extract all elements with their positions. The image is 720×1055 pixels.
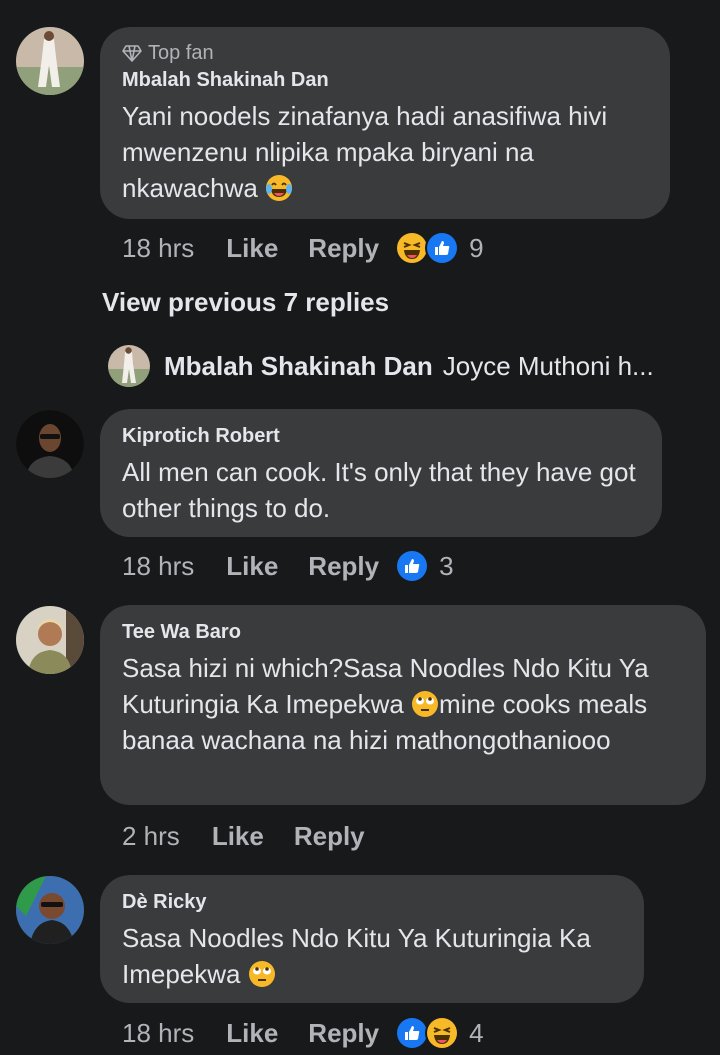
avatar[interactable] — [16, 410, 84, 478]
like-button[interactable]: Like — [226, 1018, 278, 1049]
haha-reaction-icon — [425, 1016, 460, 1050]
comment-author[interactable]: Dè Ricky — [122, 891, 622, 914]
reaction-count: 4 — [469, 1017, 484, 1048]
avatar-photo — [16, 410, 84, 478]
comment-meta: 18 hrs Like Reply 9 — [122, 228, 484, 268]
reaction-summary[interactable]: 4 — [395, 1016, 484, 1050]
reply-button[interactable]: Reply — [308, 233, 379, 264]
laughing-tears-emoji-icon — [265, 174, 293, 202]
comment-text: All men can cook. It's only that they ha… — [122, 457, 636, 523]
like-button[interactable]: Like — [226, 551, 278, 582]
comment-text-body: Sasa Noodles Ndo Kitu Ya Kuturingia Ka I… — [122, 923, 591, 989]
badge-label: Top fan — [148, 41, 214, 64]
comment-bubble[interactable]: Dè Ricky Sasa Noodles Ndo Kitu Ya Kuturi… — [100, 875, 644, 1003]
like-reaction-icon — [425, 231, 460, 265]
eye-roll-emoji-icon — [248, 960, 276, 988]
comment-meta: 2 hrs Like Reply — [122, 816, 395, 856]
like-reaction-icon — [395, 1016, 430, 1050]
avatar[interactable] — [16, 606, 84, 674]
avatar — [108, 345, 150, 387]
comment-text: Yani noodels zinafanya hadi anasifiwa hi… — [122, 98, 648, 206]
reply-preview[interactable]: Mbalah Shakinah Dan Joyce Muthoni h... — [108, 345, 654, 387]
reply-preview-author: Mbalah Shakinah Dan — [164, 350, 433, 381]
haha-reaction-icon — [395, 231, 430, 265]
avatar[interactable] — [16, 27, 84, 95]
avatar-photo — [108, 345, 150, 387]
avatar-photo — [16, 27, 84, 95]
view-previous-replies-link[interactable]: View previous 7 replies — [102, 287, 389, 318]
comment-author[interactable]: Mbalah Shakinah Dan — [122, 69, 648, 92]
eye-roll-emoji-icon — [411, 690, 439, 718]
reaction-count: 9 — [469, 232, 484, 263]
reply-button[interactable]: Reply — [308, 1018, 379, 1049]
comment-time[interactable]: 2 hrs — [122, 821, 180, 852]
comment-time[interactable]: 18 hrs — [122, 233, 194, 264]
comment-author[interactable]: Kiprotich Robert — [122, 425, 640, 448]
avatar[interactable] — [16, 876, 84, 944]
avatar-photo — [16, 876, 84, 944]
reply-preview-text: Joyce Muthoni h... — [442, 350, 654, 381]
comment-meta: 18 hrs Like Reply 3 — [122, 546, 454, 586]
diamond-icon — [122, 45, 142, 62]
like-reaction-icon — [395, 549, 430, 583]
comment-time[interactable]: 18 hrs — [122, 1018, 194, 1049]
reaction-summary[interactable]: 9 — [395, 231, 484, 265]
like-button[interactable]: Like — [212, 821, 264, 852]
comment-text: Sasa Noodles Ndo Kitu Ya Kuturingia Ka I… — [122, 920, 622, 992]
reply-button[interactable]: Reply — [294, 821, 365, 852]
reply-button[interactable]: Reply — [308, 551, 379, 582]
comment-bubble[interactable]: Tee Wa Baro Sasa hizi ni which?Sasa Nood… — [100, 605, 706, 805]
comment-meta: 18 hrs Like Reply 4 — [122, 1013, 484, 1053]
avatar-photo — [16, 606, 84, 674]
top-fan-badge: Top fan — [122, 41, 648, 65]
reaction-count: 3 — [439, 550, 454, 581]
reaction-summary[interactable]: 3 — [395, 549, 454, 583]
comment-text-body: Yani noodels zinafanya hadi anasifiwa hi… — [122, 101, 608, 203]
comment-bubble[interactable]: Top fan Mbalah Shakinah Dan Yani noodels… — [100, 27, 670, 219]
comment-author[interactable]: Tee Wa Baro — [122, 621, 684, 644]
comment-time[interactable]: 18 hrs — [122, 551, 194, 582]
comment-text: Sasa hizi ni which?Sasa Noodles Ndo Kitu… — [122, 650, 684, 758]
comment-bubble[interactable]: Kiprotich Robert All men can cook. It's … — [100, 409, 662, 537]
like-button[interactable]: Like — [226, 233, 278, 264]
